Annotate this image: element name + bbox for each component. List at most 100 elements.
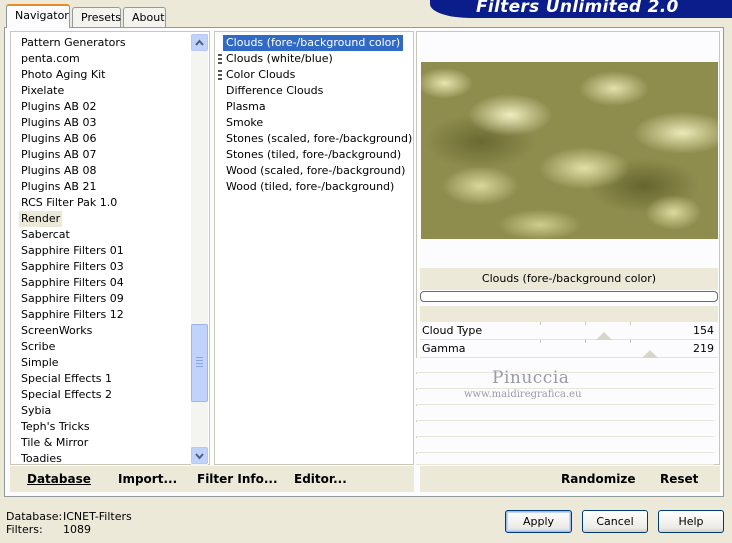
category-item[interactable]: Plugins AB 08 (19, 163, 98, 179)
params-spacer (420, 306, 718, 322)
filter-item[interactable]: Wood (scaled, fore-/background) (223, 163, 408, 179)
tab-presets-label: Presets (81, 11, 122, 24)
tab-navigator[interactable]: Navigator (6, 4, 70, 28)
scroll-up-button[interactable] (191, 34, 208, 51)
filter-item-label: Plasma (226, 100, 266, 113)
import-button[interactable]: Import... (118, 472, 177, 486)
cancel-button-label: Cancel (596, 515, 634, 528)
category-item[interactable]: Simple (19, 355, 61, 371)
category-item[interactable]: Plugins AB 06 (19, 131, 98, 147)
slider-thumb-icon[interactable] (641, 350, 658, 358)
filter-item[interactable]: Plasma (223, 99, 269, 115)
chevron-up-icon (195, 39, 204, 46)
editor-button[interactable]: Editor... (294, 472, 347, 486)
help-button-label: Help (678, 515, 704, 528)
filter-item-label: Clouds (fore-/background color) (226, 36, 401, 49)
progress-bar (420, 291, 718, 302)
filter-item[interactable]: Color Clouds (223, 67, 298, 83)
category-item[interactable]: Plugins AB 21 (19, 179, 98, 195)
reset-button-label: Reset (660, 472, 699, 486)
filter-item-label: Stones (scaled, fore-/background) (226, 132, 413, 145)
category-item[interactable]: Plugins AB 07 (19, 147, 98, 163)
category-item[interactable]: Pixelate (19, 83, 66, 99)
filter-item[interactable]: Difference Clouds (223, 83, 326, 99)
filter-info-button[interactable]: Filter Info... (197, 472, 278, 486)
database-button[interactable]: Database (27, 472, 91, 486)
database-status-label: Database: (6, 510, 63, 523)
param-row-empty (416, 406, 714, 421)
slider-tick (540, 340, 541, 343)
category-item[interactable]: Sapphire Filters 03 (19, 259, 126, 275)
editor-button-label: Editor... (294, 472, 347, 486)
category-item[interactable]: penta.com (19, 51, 82, 67)
param-value: 154 (693, 324, 714, 337)
drag-handle-icon (218, 54, 222, 65)
slider-tick (630, 340, 631, 343)
slider-tick (585, 322, 586, 325)
filter-item-label: Difference Clouds (226, 84, 324, 97)
filter-item[interactable]: Clouds (white/blue) (223, 51, 336, 67)
category-item[interactable]: Pattern Generators (19, 35, 128, 51)
randomize-button[interactable]: Randomize (561, 472, 635, 486)
category-item[interactable]: Photo Aging Kit (19, 67, 107, 83)
reset-button[interactable]: Reset (660, 472, 698, 486)
param-row-empty (416, 454, 714, 465)
slider-tick (585, 340, 586, 343)
apply-button-label: Apply (522, 515, 555, 528)
filter-item[interactable]: Smoke (223, 115, 266, 131)
param-row[interactable]: Cloud Type 154 (420, 322, 718, 340)
category-item[interactable]: Teph's Tricks (19, 419, 92, 435)
param-row[interactable]: Gamma 219 (420, 340, 718, 358)
scroll-thumb[interactable] (191, 324, 208, 402)
tab-navigator-label: Navigator (15, 9, 69, 22)
param-label: Cloud Type (422, 324, 483, 337)
tab-about[interactable]: About (123, 7, 166, 27)
drag-handle-icon (218, 70, 222, 81)
help-button[interactable]: Help (658, 510, 724, 533)
filter-item-label: Smoke (226, 116, 264, 129)
filter-info-button-label: Filter Info... (197, 472, 278, 486)
param-row-empty (416, 422, 714, 437)
param-value: 219 (693, 342, 714, 355)
category-list[interactable]: Pattern Generators penta.com Photo Aging K… (10, 31, 210, 467)
chevron-down-icon (195, 453, 204, 460)
randomize-button-label: Randomize (561, 472, 636, 486)
tab-presets[interactable]: Presets (72, 7, 121, 27)
param-row-empty (416, 438, 714, 453)
cancel-button[interactable]: Cancel (582, 510, 648, 533)
category-item[interactable]: Tile & Mirror (19, 435, 90, 451)
filter-list[interactable]: Clouds (fore-/background color) Clouds (w… (214, 31, 414, 465)
category-item[interactable]: Sybia (19, 403, 53, 419)
import-button-label: Import... (118, 472, 178, 486)
category-item[interactable]: Sabercat (19, 227, 72, 243)
filter-item[interactable]: Stones (tiled, fore-/background) (223, 147, 404, 163)
category-item[interactable]: ScreenWorks (19, 323, 94, 339)
watermark-url: www.maidiregrafica.eu (464, 389, 582, 400)
category-item[interactable]: Plugins AB 02 (19, 99, 98, 115)
filter-item[interactable]: Clouds (fore-/background color) (223, 35, 404, 51)
category-item[interactable]: Special Effects 1 (19, 371, 114, 387)
category-item[interactable]: Sapphire Filters 12 (19, 307, 126, 323)
category-item[interactable]: RCS Filter Pak 1.0 (19, 195, 119, 211)
category-item[interactable]: Toadies (19, 451, 64, 467)
database-status-value: ICNET-Filters (63, 510, 132, 523)
category-item[interactable]: Sapphire Filters 01 (19, 243, 126, 259)
category-item[interactable]: Plugins AB 03 (19, 115, 98, 131)
filter-item[interactable]: Stones (scaled, fore-/background) (223, 131, 415, 147)
filters-status-label: Filters: (6, 523, 43, 536)
filter-item[interactable]: Wood (tiled, fore-/background) (223, 179, 397, 195)
apply-button[interactable]: Apply (505, 510, 572, 533)
filter-item-label: Clouds (white/blue) (226, 52, 333, 65)
category-item[interactable]: Special Effects 2 (19, 387, 114, 403)
slider-thumb-icon[interactable] (595, 332, 612, 340)
category-item[interactable]: Render (19, 211, 63, 227)
category-item[interactable]: Sapphire Filters 09 (19, 291, 126, 307)
database-button-label: Database (27, 472, 91, 486)
category-item[interactable]: Sapphire Filters 04 (19, 275, 126, 291)
category-scrollbar[interactable] (191, 34, 208, 466)
filters-status-value: 1089 (63, 523, 91, 536)
tab-about-label: About (132, 11, 165, 24)
scroll-down-button[interactable] (191, 447, 208, 464)
banner-title: Filters Unlimited 2.0 (476, 0, 679, 17)
category-item[interactable]: Scribe (19, 339, 57, 355)
